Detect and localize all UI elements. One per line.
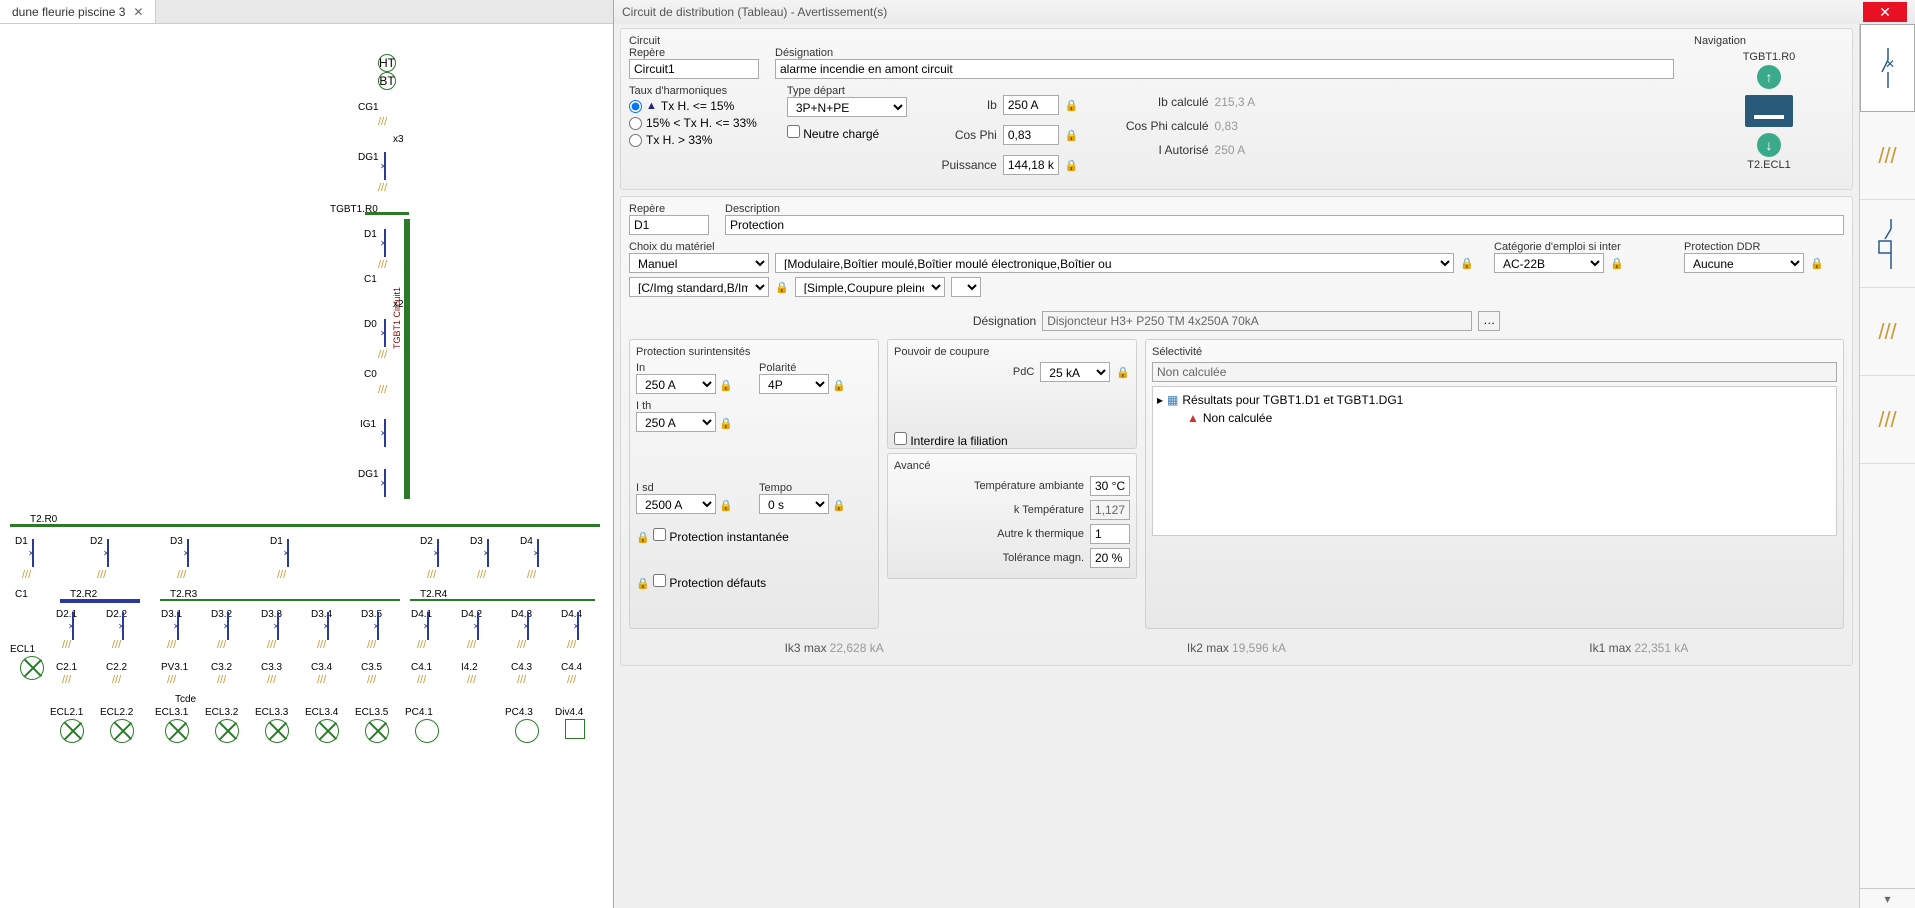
selectivity-tree[interactable]: ▸▦Résultats pour TGBT1.D1 et TGBT1.DG1 ▲… [1152,386,1837,536]
tree-item[interactable]: ▸▦Résultats pour TGBT1.D1 et TGBT1.DG1 [1157,391,1832,409]
document-tab[interactable]: dune fleurie piscine 3 ✕ [0,0,156,23]
transformer-bt: BT [378,72,396,90]
close-button[interactable]: ✕ [1863,2,1907,22]
lock-icon: 🔒 [832,500,846,512]
temp-input[interactable] [1090,476,1130,496]
lock-icon: 🔒 [1810,257,1824,270]
defauts-checkbox[interactable] [653,574,666,587]
lock-icon: 🔒 [832,380,846,392]
side-toolbar: ✕ /// /// /// ▾ [1859,24,1915,908]
lock-icon: 🔒 [1116,366,1130,379]
choix3-select[interactable]: [C/Img standard,B/Img [629,277,769,297]
choix2-select[interactable]: [Modulaire,Boîtier moulé,Boîtier moulé é… [775,253,1454,273]
navigation-box: Navigation TGBT1.R0 ↑ ↓ T2.ECL1 [1694,35,1844,183]
lock-icon: 🔒 [775,281,789,294]
device-designation-display [1042,311,1472,331]
x3-label: x3 [393,134,404,145]
tool-cable2-icon[interactable]: /// [1860,288,1915,376]
nav-up-button[interactable]: ↑ [1757,65,1781,89]
pouvoir-panel: Pouvoir de coupure PdC25 kA🔒 Interdire l… [887,339,1137,449]
circuit-section: Circuit Repère Désignation [620,28,1853,190]
k-display [1090,500,1130,520]
title-bar: Circuit de distribution (Tableau) - Aver… [614,0,1915,24]
diagram-panel: dune fleurie piscine 3 ✕ HT BT CG1 x3 //… [0,0,614,908]
cg1-label: CG1 [358,102,379,113]
lock-icon: 🔒 [1065,159,1079,172]
cosphi-input[interactable] [1003,125,1059,145]
interdire-checkbox[interactable] [894,432,907,445]
window-title: Circuit de distribution (Tableau) - Aver… [622,5,1863,19]
harmonics-radio-group: ▲ Tx H. <= 15% 15% < Tx H. <= 33% Tx H. … [629,97,757,149]
avance-panel: Avancé Température ambiante k Températur… [887,453,1137,579]
categorie-select[interactable]: AC-22B [1494,253,1604,273]
pdc-select[interactable]: 25 kA [1040,362,1110,382]
tgbt-circuit-label: TGBT1 Circuit1 [392,287,402,349]
scroll-down-icon[interactable]: ▾ [1860,888,1915,908]
ib-input[interactable] [1003,95,1059,115]
harm-33-radio[interactable] [629,117,642,130]
inst-checkbox[interactable] [653,528,666,541]
lock-icon: 🔒 [719,500,733,512]
transformer-ht: HT [378,54,396,72]
lock-icon: 🔒 [636,578,650,590]
lock-icon: 🔒 [719,418,733,430]
lock-icon: 🔒 [719,380,733,392]
circuit-repere-input[interactable] [629,59,759,79]
tool-cable-icon[interactable]: /// [1860,112,1915,200]
lock-icon: 🔒 [1065,129,1079,142]
harm-15-radio[interactable] [629,100,642,113]
svg-text:✕: ✕ [1885,57,1895,71]
electrical-diagram[interactable]: HT BT CG1 x3 /// DG1 /// TGBT1.R0 TGBT1 … [0,24,613,908]
ith-select[interactable]: 250 A [636,412,716,432]
neutre-charge-checkbox[interactable] [787,125,800,138]
selectivity-panel: Sélectivité ▸▦Résultats pour TGBT1.D1 et… [1145,339,1844,629]
lock-icon: 🔒 [636,532,650,544]
tol-input[interactable] [1090,548,1130,568]
in-select[interactable]: 250 A [636,374,716,394]
type-depart-select[interactable]: 3P+N+PE [787,97,907,117]
device-description-input[interactable] [725,215,1844,235]
nav-board-icon[interactable] [1745,95,1793,127]
device-section: Repère Description Choix du matériel Man… [620,196,1853,666]
harm-gt33-radio[interactable] [629,134,642,147]
protection-panel: Protection surintensités In250 A 🔒 Polar… [629,339,879,629]
tool-cable3-icon[interactable]: /// [1860,376,1915,464]
lock-icon: 🔒 [1460,257,1474,270]
dg1-label: DG1 [358,152,379,163]
nav-down-button[interactable]: ↓ [1757,133,1781,157]
autre-k-input[interactable] [1090,524,1130,544]
circuit-designation-input[interactable] [775,59,1674,79]
selectivity-status [1152,362,1837,382]
device-repere-input[interactable] [629,215,709,235]
tab-label: dune fleurie piscine 3 [12,5,125,19]
choix1-select[interactable]: Manuel [629,253,769,273]
tab-close-icon[interactable]: ✕ [133,5,143,19]
tgbt-bus [404,219,410,499]
puissance-input[interactable] [1003,155,1059,175]
ik-row: Ik3 max 22,628 kA Ik2 max 19,596 kA Ik1 … [629,637,1844,659]
ddr-select[interactable]: Aucune [1684,253,1804,273]
form-area: Circuit Repère Désignation [614,24,1859,908]
polarite-select[interactable]: 4P [759,374,829,394]
isd-select[interactable]: 2500 A [636,494,716,514]
tempo-select[interactable]: 0 s [759,494,829,514]
properties-panel: Circuit de distribution (Tableau) - Aver… [614,0,1915,908]
designation-browse-button[interactable]: … [1478,311,1500,331]
lock-icon: 🔒 [1065,99,1079,112]
choix4b-select[interactable]: [] [951,277,981,297]
choix4-select[interactable]: [Simple,Coupure pleinement [795,277,945,297]
tool-breaker-icon[interactable]: ✕ [1860,24,1915,112]
lock-icon: 🔒 [1610,257,1624,270]
tab-bar: dune fleurie piscine 3 ✕ [0,0,613,24]
tree-item[interactable]: ▲Non calculée [1157,409,1832,427]
tool-combo-icon[interactable] [1860,200,1915,288]
